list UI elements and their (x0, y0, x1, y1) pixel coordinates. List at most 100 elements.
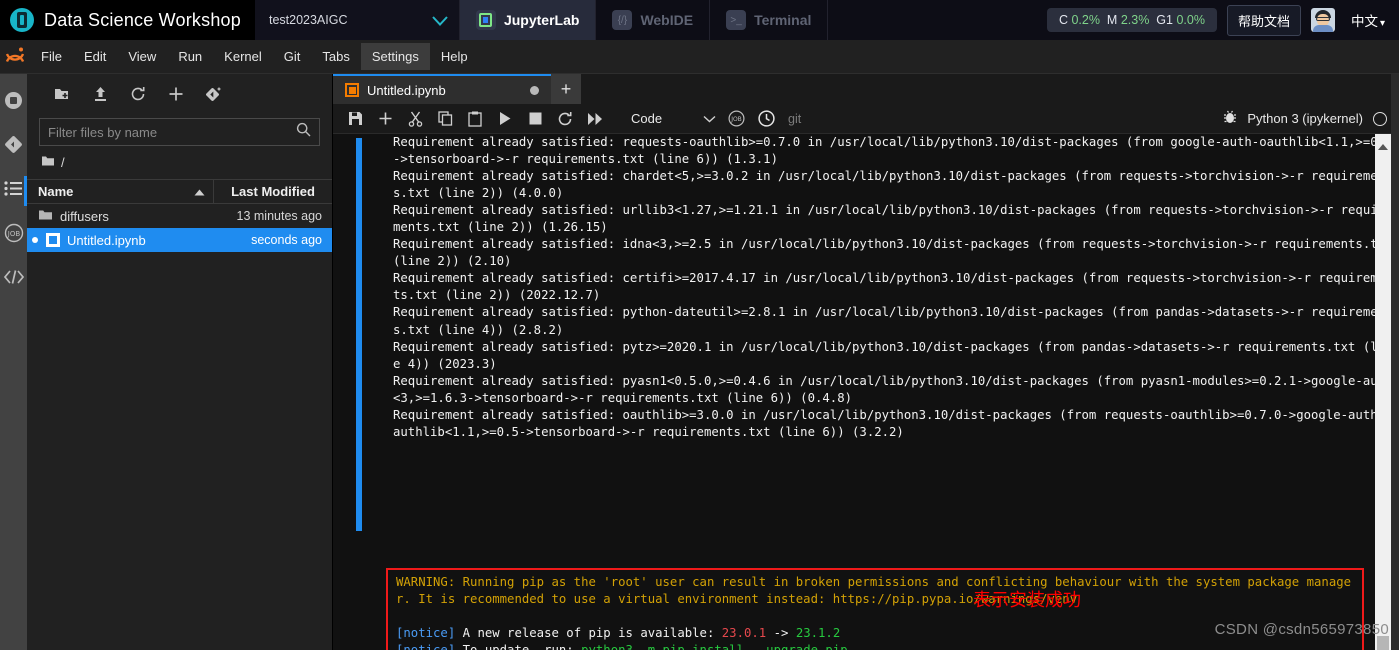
menu-item-tabs[interactable]: Tabs (311, 43, 360, 70)
pip-root-warning-text: WARNING: Running pip as the 'root' user … (396, 574, 1362, 608)
restart-run-all-icon[interactable] (581, 106, 609, 132)
folder-icon (38, 209, 53, 224)
memory-key: M (1107, 13, 1117, 27)
tab-label: Untitled.ipynb (367, 83, 522, 98)
upload-icon[interactable] (83, 79, 117, 109)
active-cell-marker (356, 138, 362, 531)
brand-title: Data Science Workshop (44, 10, 241, 31)
clock-icon[interactable] (752, 106, 780, 132)
app-tab-webide[interactable]: {/} WebIDE (596, 0, 710, 40)
file-name: diffusers (60, 209, 109, 224)
file-modified: seconds ago (214, 233, 332, 247)
scroll-up-arrow-icon[interactable] (1378, 137, 1388, 155)
output-line: Requirement already satisfied: requests-… (393, 134, 1393, 168)
table-row[interactable]: diffusers 13 minutes ago (27, 204, 332, 228)
chevron-down-icon (431, 15, 447, 25)
kernel-name[interactable]: Python 3 (ipykernel) (1247, 111, 1363, 126)
save-icon[interactable] (341, 106, 369, 132)
output-line: Requirement already satisfied: chardet<5… (393, 168, 1393, 202)
sidebar-item-toc[interactable] (0, 170, 27, 212)
copy-icon[interactable] (431, 106, 459, 132)
sidebar-item-git[interactable] (0, 126, 27, 168)
language-selector[interactable]: 中文▾ (1345, 6, 1391, 34)
new-folder-icon[interactable] (45, 79, 79, 109)
run-icon[interactable] (491, 106, 519, 132)
sidebar-item-job[interactable]: JOB (0, 214, 27, 256)
app-tab-label: JupyterLab (504, 12, 579, 28)
notice-label: [notice] (396, 643, 455, 650)
menu-item-file[interactable]: File (30, 43, 73, 70)
app-tab-terminal[interactable]: >_ Terminal (710, 0, 828, 40)
scroll-thumb[interactable] (1377, 636, 1389, 650)
environment-name: test2023AIGC (269, 13, 348, 27)
sidebar-item-running[interactable] (0, 82, 27, 124)
notice-line-2: [notice] To update, run: python3 -m pip … (396, 642, 1362, 650)
cell-type-dropdown[interactable]: Code (625, 107, 720, 131)
output-line: Requirement already satisfied: pytz>=202… (393, 339, 1393, 373)
menu-bar: File Edit View Run Kernel Git Tabs Setti… (0, 40, 1399, 74)
menu-item-view[interactable]: View (117, 43, 167, 70)
sidebar-item-extensions[interactable] (0, 258, 27, 300)
stop-icon[interactable] (521, 106, 549, 132)
chevron-down-icon (703, 111, 716, 126)
unsaved-dot-icon[interactable] (530, 86, 539, 95)
git-clone-icon[interactable] (197, 79, 231, 109)
app-tab-jupyterlab[interactable]: JupyterLab (460, 0, 596, 40)
menu-item-kernel[interactable]: Kernel (213, 43, 273, 70)
arrow: -> (766, 626, 796, 640)
cpu-key: C (1059, 13, 1068, 27)
menu-item-git[interactable]: Git (273, 43, 312, 70)
new-launcher-icon[interactable] (159, 79, 193, 109)
bug-icon[interactable] (1223, 110, 1237, 128)
topbar-spacer (828, 0, 1047, 40)
new-tab-button[interactable]: + (551, 74, 581, 104)
terminal-icon: >_ (726, 10, 746, 30)
environment-selector[interactable]: test2023AIGC (255, 0, 460, 40)
folder-icon (41, 155, 55, 170)
code-braces-icon: {/} (612, 10, 632, 30)
kernel-info: Python 3 (ipykernel) (1223, 110, 1399, 128)
notebook-toolbar: Code JOB git Python 3 (ipykernel) (333, 104, 1399, 134)
refresh-icon[interactable] (121, 79, 155, 109)
scrollbar-gutter (1391, 74, 1399, 650)
menu-item-settings[interactable]: Settings (361, 43, 430, 70)
top-brand-bar: Data Science Workshop test2023AIGC Jupyt… (0, 0, 1399, 40)
help-docs-button[interactable]: 帮助文档 (1227, 5, 1301, 36)
restart-kernel-icon[interactable] (551, 106, 579, 132)
notebook-tab-bar: Untitled.ipynb + (333, 74, 1399, 104)
jupyter-logo-icon (0, 40, 30, 74)
running-terminals-icon (4, 91, 23, 115)
annotation-install-success: 表示安装成功 (973, 586, 1081, 612)
notice-text: To update, run: (455, 643, 581, 650)
tab-untitled-ipynb[interactable]: Untitled.ipynb (333, 74, 551, 104)
cpu-value: 0.2% (1071, 13, 1100, 27)
avatar[interactable] (1311, 8, 1335, 32)
chevron-down-icon: ▾ (1380, 18, 1385, 29)
column-header-modified[interactable]: Last Modified (214, 184, 332, 199)
output-line: Requirement already satisfied: idna<3,>=… (393, 236, 1393, 270)
cut-icon[interactable] (401, 106, 429, 132)
breadcrumb[interactable]: / (27, 146, 332, 179)
search-icon (296, 122, 311, 142)
left-icon-rail: JOB (0, 74, 27, 650)
git-toolbar-label[interactable]: git (782, 112, 807, 126)
menu-item-edit[interactable]: Edit (73, 43, 117, 70)
job-icon[interactable]: JOB (722, 106, 750, 132)
vertical-scrollbar[interactable] (1375, 134, 1391, 650)
search-input[interactable] (48, 125, 296, 140)
output-line: Requirement already satisfied: oauthlib>… (393, 407, 1393, 441)
add-cell-icon[interactable] (371, 106, 399, 132)
menu-item-help[interactable]: Help (430, 43, 479, 70)
column-header-name[interactable]: Name (27, 180, 214, 203)
notebook-icon (476, 10, 496, 30)
cell-type-value: Code (631, 111, 662, 126)
kernel-idle-circle-icon (1373, 112, 1387, 126)
watermark: CSDN @csdn565973850 (1215, 621, 1389, 638)
notebook-icon (46, 233, 60, 247)
paste-icon[interactable] (461, 106, 489, 132)
menu-item-run[interactable]: Run (167, 43, 213, 70)
app-tab-label: WebIDE (640, 12, 693, 28)
file-filter-search[interactable] (39, 118, 320, 146)
table-row[interactable]: Untitled.ipynb seconds ago (27, 228, 332, 252)
language-label: 中文 (1351, 14, 1378, 29)
